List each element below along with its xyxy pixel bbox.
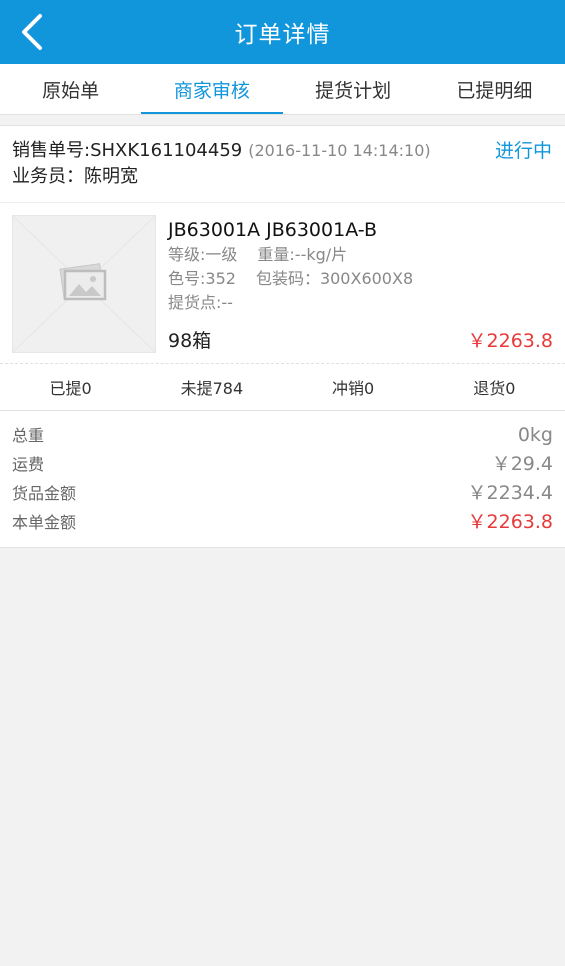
product-name: JB63001A JB63001A-B (168, 219, 377, 241)
summary-label: 总重 (12, 426, 45, 445)
product-attr-row-1: 等级:一级 重量:--kg/片 (168, 243, 553, 267)
stat-picked: 已提0 (49, 379, 92, 398)
summary-value: 0kg (517, 424, 553, 446)
tab-bar: 原始单 商家审核 提货计划 已提明细 (0, 64, 565, 115)
stat-writeoff: 冲销0 (332, 379, 375, 398)
summary-label: 本单金额 (12, 513, 77, 532)
product-info: JB63001A JB63001A-B 等级:一级 重量:--kg/片 色号:35… (156, 215, 553, 353)
summary-total-value: ￥2263.8 (467, 511, 553, 533)
stat-unpicked: 未提784 (180, 379, 244, 398)
salesperson: 业务员：陈明宽 (12, 166, 138, 187)
tab-picked-details[interactable]: 已提明细 (424, 64, 565, 114)
order-number: 销售单号:SHXK161104459 (12, 140, 243, 161)
chevron-left-icon (22, 14, 42, 50)
product-pickup-point: 提货点:-- (168, 293, 233, 312)
product-bottom: 98箱 ￥2263.8 (168, 326, 553, 353)
summary-label: 运费 (12, 455, 45, 474)
summary-row-freight: 运费 ￥29.4 (12, 450, 553, 479)
image-placeholder-icon (13, 216, 155, 352)
product-grade: 等级:一级 (168, 245, 238, 264)
summary-row-goods-amount: 货品金额 ￥2234.4 (12, 479, 553, 508)
tab-pickup-plan[interactable]: 提货计划 (283, 64, 424, 114)
summary-row-total-weight: 总重 0kg (12, 421, 553, 450)
spacer (0, 115, 565, 125)
product-pack-code: 包装码：300X600X8 (255, 269, 414, 288)
tab-original-order[interactable]: 原始单 (0, 64, 141, 114)
summary-value: ￥2234.4 (467, 482, 553, 504)
product-quantity: 98箱 (168, 330, 212, 352)
order-summary: 总重 0kg 运费 ￥29.4 货品金额 ￥2234.4 本单金额 ￥2263.… (0, 411, 565, 547)
tab-merchant-review[interactable]: 商家审核 (141, 64, 283, 114)
header-bar: 订单详情 (0, 0, 565, 64)
summary-value: ￥29.4 (491, 453, 553, 475)
summary-label: 货品金额 (12, 484, 77, 503)
order-time: (2016-11-10 14:14:10) (248, 141, 431, 160)
order-header: 销售单号:SHXK161104459 (2016-11-10 14:14:10) … (0, 126, 565, 203)
product-item[interactable]: JB63001A JB63001A-B 等级:一级 重量:--kg/片 色号:35… (0, 203, 565, 364)
order-card: 销售单号:SHXK161104459 (2016-11-10 14:14:10) … (0, 125, 565, 548)
order-number-line: 销售单号:SHXK161104459 (2016-11-10 14:14:10) (12, 138, 553, 164)
product-attr-row-2: 色号:352 包装码：300X600X8 (168, 267, 553, 291)
stat-returned: 退货0 (473, 379, 516, 398)
product-price: ￥2263.8 (467, 330, 553, 352)
product-image (12, 215, 156, 353)
product-color-no: 色号:352 (168, 269, 236, 288)
page-title: 订单详情 (234, 22, 331, 48)
status-badge: 进行中 (494, 140, 552, 162)
summary-row-order-amount: 本单金额 ￥2263.8 (12, 508, 553, 537)
back-button[interactable] (10, 10, 54, 54)
product-weight: 重量:--kg/片 (257, 245, 348, 264)
pickup-stats: 已提0 未提784 冲销0 退货0 (0, 364, 565, 411)
